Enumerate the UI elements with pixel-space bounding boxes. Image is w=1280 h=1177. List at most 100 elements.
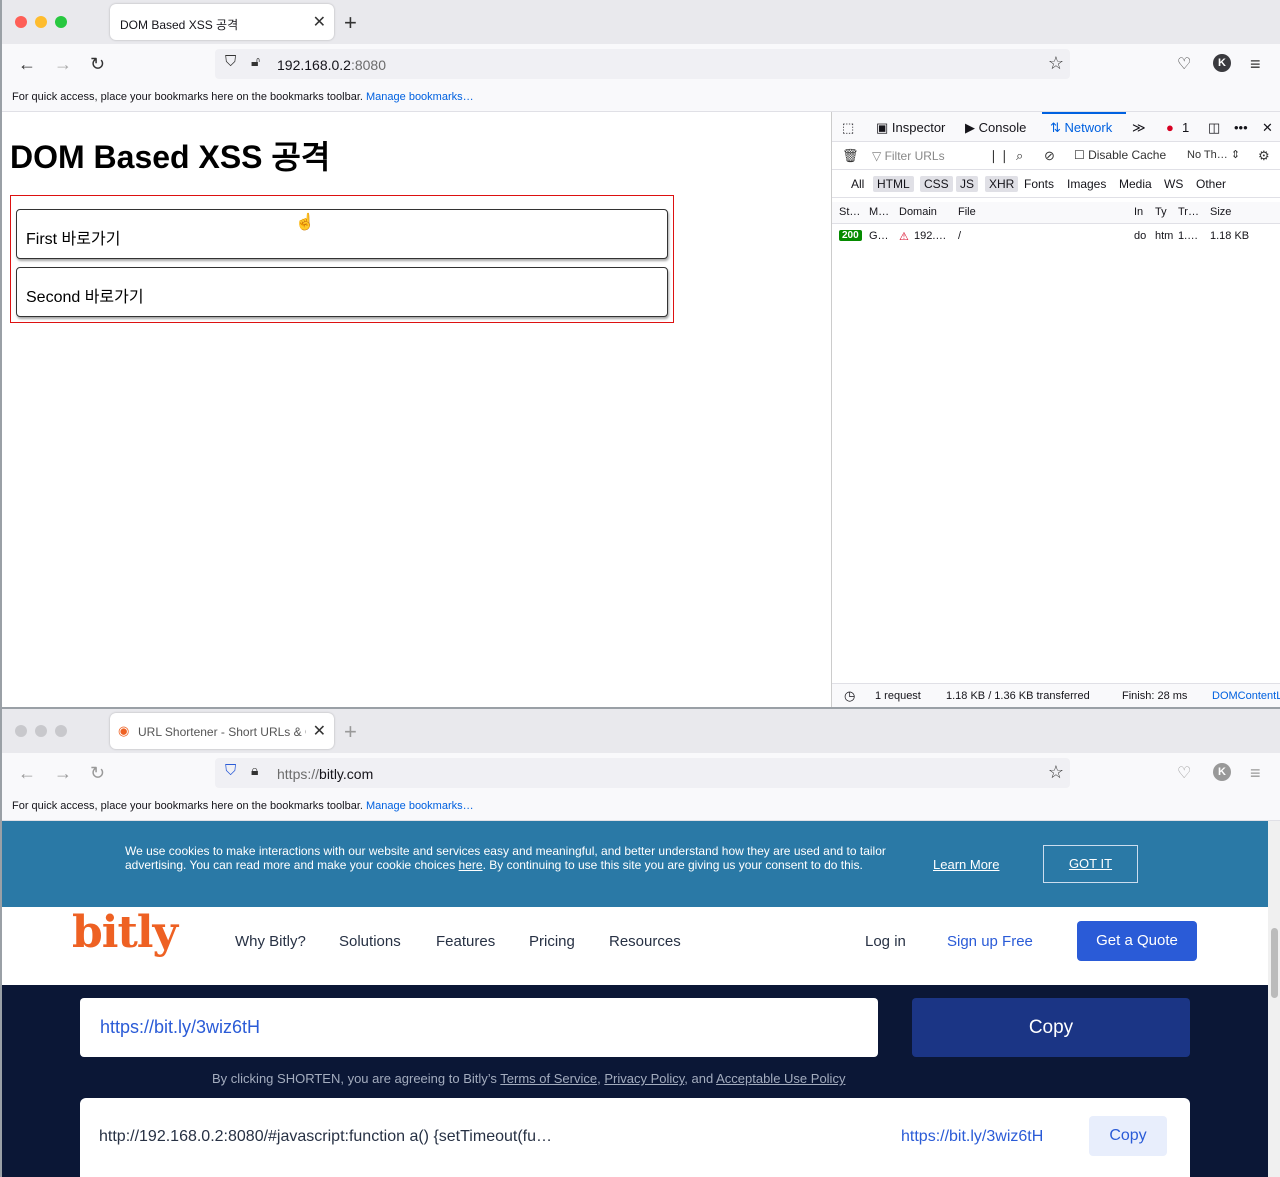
reload-icon[interactable]: ↻ xyxy=(90,763,105,784)
row-size: 1.18 KB xyxy=(1210,230,1250,242)
insecure-lock-icon[interactable]: 🔓︎ xyxy=(251,53,260,70)
tab-console[interactable]: ▶ Console xyxy=(965,120,1026,136)
bitly-logo[interactable]: bitly xyxy=(72,907,178,958)
cookie-here-link[interactable]: here xyxy=(459,858,483,872)
nav-bar: ← → ↻ ⛉ 🔒︎ https://bitly.com ☆ ♡ K ≡ xyxy=(2,753,1280,795)
page-scrollbar[interactable] xyxy=(1268,821,1280,1177)
type-html[interactable]: HTML xyxy=(873,176,914,192)
privacy-policy-link[interactable]: Privacy Policy xyxy=(604,1071,684,1086)
minimize-window-button[interactable] xyxy=(35,16,47,28)
trash-icon[interactable]: 🗑︎ xyxy=(842,148,859,164)
manage-bookmarks-link[interactable]: Manage bookmarks… xyxy=(366,800,474,812)
finish-time: Finish: 28 ms xyxy=(1122,690,1188,702)
error-icon[interactable]: ● xyxy=(1166,120,1174,135)
get-a-quote-button[interactable]: Get a Quote xyxy=(1077,921,1197,961)
type-css[interactable]: CSS xyxy=(920,176,953,192)
error-count[interactable]: 1 xyxy=(1182,120,1189,135)
filter-urls-input[interactable]: ▽ Filter URLs xyxy=(872,149,945,163)
type-all[interactable]: All xyxy=(847,176,868,192)
forward-icon[interactable]: → xyxy=(54,763,72,784)
shield-icon[interactable]: ⛉ xyxy=(225,53,236,70)
close-window-button[interactable] xyxy=(15,725,27,737)
secure-lock-icon[interactable]: 🔒︎ xyxy=(251,762,258,779)
request-count: 1 request xyxy=(875,690,921,702)
col-transferred[interactable]: Tr… xyxy=(1178,206,1202,218)
shorten-url-input[interactable]: https://bit.ly/3wiz6tH xyxy=(80,998,878,1057)
type-other[interactable]: Other xyxy=(1192,176,1230,192)
second-link-button[interactable]: Second 바로가기 xyxy=(16,267,668,317)
learn-more-link[interactable]: Learn More xyxy=(933,857,999,872)
scrollbar-thumb[interactable] xyxy=(1271,928,1278,998)
bookmark-star-icon[interactable]: ☆ xyxy=(1048,53,1064,74)
address-bar[interactable]: ⛉ 🔒︎ https://bitly.com ☆ xyxy=(215,758,1070,788)
browser-tab-xss[interactable]: DOM Based XSS 공격 ✕ xyxy=(110,4,334,40)
col-domain[interactable]: Domain xyxy=(899,206,949,218)
type-fonts[interactable]: Fonts xyxy=(1020,176,1058,192)
nav-pricing[interactable]: Pricing xyxy=(529,933,575,950)
pause-icon[interactable]: ❘❘ xyxy=(988,148,1010,164)
back-icon[interactable]: ← xyxy=(18,54,36,75)
col-status[interactable]: St… xyxy=(839,206,861,218)
forward-icon[interactable]: → xyxy=(54,54,72,75)
type-ws[interactable]: WS xyxy=(1160,176,1187,192)
element-picker-icon[interactable]: ⬚ xyxy=(842,120,854,136)
close-devtools-icon[interactable]: ✕ xyxy=(1262,120,1273,136)
maximize-window-button[interactable] xyxy=(55,725,67,737)
options-icon[interactable]: ••• xyxy=(1234,120,1248,135)
pocket-icon[interactable]: ♡ xyxy=(1177,54,1191,74)
col-size[interactable]: Size xyxy=(1210,206,1250,218)
nav-resources[interactable]: Resources xyxy=(609,933,681,950)
short-url-link[interactable]: https://bit.ly/3wiz6tH xyxy=(901,1128,1043,1146)
menu-icon[interactable]: ≡ xyxy=(1250,763,1261,784)
close-window-button[interactable] xyxy=(15,16,27,28)
new-tab-icon[interactable]: + xyxy=(344,719,357,745)
menu-icon[interactable]: ≡ xyxy=(1250,54,1261,75)
type-media[interactable]: Media xyxy=(1115,176,1156,192)
signup-link[interactable]: Sign up Free xyxy=(947,933,1033,950)
acceptable-use-link[interactable]: Acceptable Use Policy xyxy=(716,1071,845,1086)
copy-button[interactable]: Copy xyxy=(912,998,1190,1057)
col-initiator[interactable]: In xyxy=(1134,206,1148,218)
first-link-button[interactable]: First 바로가기 xyxy=(16,209,668,259)
col-type[interactable]: Ty xyxy=(1155,206,1171,218)
bookmark-star-icon[interactable]: ☆ xyxy=(1048,762,1064,783)
table-row[interactable]: 200 G… ⚠︎ 192.… / do htm 1.… 1.18 KB xyxy=(832,226,1280,248)
nav-solutions[interactable]: Solutions xyxy=(339,933,401,950)
settings-gear-icon[interactable]: ⚙ xyxy=(1258,148,1270,164)
login-link[interactable]: Log in xyxy=(865,933,906,950)
tab-close-icon[interactable]: ✕ xyxy=(313,721,326,741)
tab-strip: DOM Based XSS 공격 ✕ + xyxy=(2,0,1280,44)
reload-icon[interactable]: ↻ xyxy=(90,54,105,75)
tab-network[interactable]: ⇅ Network xyxy=(1050,120,1112,136)
new-tab-icon[interactable]: + xyxy=(344,10,357,36)
nav-features[interactable]: Features xyxy=(436,933,495,950)
manage-bookmarks-link[interactable]: Manage bookmarks… xyxy=(366,91,474,103)
browser-tab-bitly[interactable]: URL Shortener - Short URLs & C ◉ ✕ xyxy=(110,713,334,749)
type-images[interactable]: Images xyxy=(1063,176,1110,192)
tab-close-icon[interactable]: ✕ xyxy=(313,12,326,32)
block-icon[interactable]: ⊘ xyxy=(1044,148,1055,164)
throttle-select[interactable]: No Th… ⇕ xyxy=(1187,148,1240,161)
tab-inspector[interactable]: ▣ Inspector xyxy=(876,120,945,136)
nav-why-bitly[interactable]: Why Bitly? xyxy=(235,933,306,950)
dock-icon[interactable]: ◫ xyxy=(1208,120,1220,136)
account-avatar[interactable]: K xyxy=(1213,763,1231,781)
more-tools-icon[interactable]: ≫ xyxy=(1132,120,1146,136)
account-avatar[interactable]: K xyxy=(1213,54,1231,72)
address-bar[interactable]: ⛉ 🔓︎ 192.168.0.2:8080 ☆ xyxy=(215,49,1070,79)
type-js[interactable]: JS xyxy=(956,176,979,192)
type-xhr[interactable]: XHR xyxy=(985,176,1019,192)
col-file[interactable]: File xyxy=(958,206,998,218)
col-method[interactable]: M… xyxy=(869,206,891,218)
maximize-window-button[interactable] xyxy=(55,16,67,28)
shield-icon[interactable]: ⛉ xyxy=(225,762,236,779)
pocket-icon[interactable]: ♡ xyxy=(1177,763,1191,783)
bitly-page: We use cookies to make interactions with… xyxy=(2,821,1268,1177)
minimize-window-button[interactable] xyxy=(35,725,47,737)
disable-cache-checkbox[interactable]: ☐ Disable Cache xyxy=(1074,148,1166,162)
search-icon[interactable]: ⌕ xyxy=(1016,148,1023,164)
back-icon[interactable]: ← xyxy=(18,763,36,784)
got-it-button[interactable]: GOT IT xyxy=(1043,845,1138,883)
terms-of-service-link[interactable]: Terms of Service xyxy=(500,1071,597,1086)
result-copy-button[interactable]: Copy xyxy=(1089,1116,1167,1156)
